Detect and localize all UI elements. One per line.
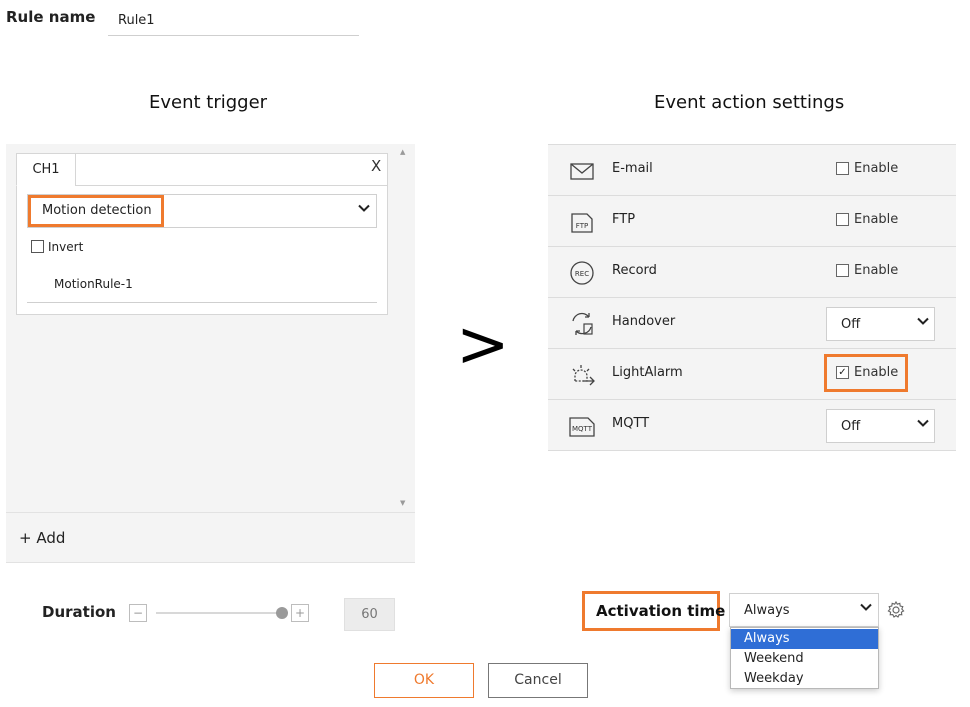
action-row-email: E-mail Enable xyxy=(548,145,956,196)
gear-icon[interactable] xyxy=(886,600,906,620)
action-name: LightAlarm xyxy=(612,365,683,380)
duration-slider-thumb[interactable] xyxy=(276,607,288,619)
action-row-mqtt: MQTT MQTT Off xyxy=(548,400,956,451)
duration-label: Duration xyxy=(42,603,116,621)
record-enable-checkbox[interactable] xyxy=(836,264,849,277)
chevron-down-icon xyxy=(917,316,929,329)
action-row-handover: Handover Off xyxy=(548,298,956,349)
mqtt-value: Off xyxy=(841,419,861,434)
chevron-down-icon xyxy=(917,418,929,431)
action-name: E-mail xyxy=(612,161,653,176)
invert-label: Invert xyxy=(48,240,84,254)
close-trigger-button[interactable]: X xyxy=(371,157,381,175)
option-weekday[interactable]: Weekday xyxy=(731,669,878,689)
activation-time-label: Activation time xyxy=(596,602,726,620)
motion-rule-item[interactable]: MotionRule-1 xyxy=(54,277,133,291)
event-action-table: E-mail Enable FTP FTP Enable REC Record … xyxy=(548,144,956,451)
add-trigger-button[interactable]: + Add xyxy=(19,529,65,547)
duration-slider-track[interactable] xyxy=(156,612,281,614)
chevron-down-icon xyxy=(860,602,872,615)
flow-arrow: > xyxy=(456,308,510,382)
envelope-icon xyxy=(568,157,596,185)
lightalarm-highlight xyxy=(824,354,908,392)
tab-divider xyxy=(75,185,387,186)
light-alarm-icon xyxy=(568,361,596,389)
action-row-record: REC Record Enable xyxy=(548,247,956,298)
option-always[interactable]: Always xyxy=(731,629,878,649)
duration-value-field[interactable]: 60 xyxy=(344,598,395,631)
event-action-title: Event action settings xyxy=(654,92,845,113)
add-bar xyxy=(6,512,415,563)
duration-minus-button[interactable]: − xyxy=(129,604,147,622)
action-name: Handover xyxy=(612,314,676,329)
tab-ch1[interactable]: CH1 xyxy=(16,153,76,186)
ok-button[interactable]: OK xyxy=(374,663,474,698)
duration-plus-button[interactable]: + xyxy=(291,604,309,622)
record-icon: REC xyxy=(568,259,596,287)
event-trigger-title: Event trigger xyxy=(149,92,268,113)
action-name: FTP xyxy=(612,212,636,227)
activation-time-dropdown: Always Weekend Weekday xyxy=(730,627,879,689)
ftp-enable-checkbox[interactable] xyxy=(836,213,849,226)
scroll-up-arrow[interactable]: ▲ xyxy=(400,148,405,156)
option-weekend[interactable]: Weekend xyxy=(731,649,878,669)
action-row-ftp: FTP FTP Enable xyxy=(548,196,956,247)
action-name: MQTT xyxy=(612,416,650,431)
invert-checkbox[interactable] xyxy=(31,240,44,253)
svg-text:MQTT: MQTT xyxy=(572,425,593,433)
rule-name-input[interactable] xyxy=(108,6,359,36)
rule-divider xyxy=(27,302,377,303)
handover-value: Off xyxy=(841,317,861,332)
enable-label: Enable xyxy=(854,161,899,176)
svg-text:REC: REC xyxy=(575,270,589,278)
svg-text:FTP: FTP xyxy=(576,222,588,230)
action-row-lightalarm: LightAlarm ✓ Enable xyxy=(548,349,956,400)
handover-icon xyxy=(568,310,596,338)
enable-label: Enable xyxy=(854,263,899,278)
email-enable-checkbox[interactable] xyxy=(836,162,849,175)
rule-name-label: Rule name xyxy=(6,8,96,26)
action-name: Record xyxy=(612,263,657,278)
cancel-button[interactable]: Cancel xyxy=(488,663,588,698)
ftp-icon: FTP xyxy=(568,208,596,236)
detection-highlight xyxy=(28,195,164,227)
enable-label: Enable xyxy=(854,212,899,227)
chevron-down-icon xyxy=(358,203,370,216)
mqtt-icon: MQTT xyxy=(568,412,596,440)
activation-time-value: Always xyxy=(744,603,790,618)
scroll-down-arrow[interactable]: ▼ xyxy=(400,499,405,507)
